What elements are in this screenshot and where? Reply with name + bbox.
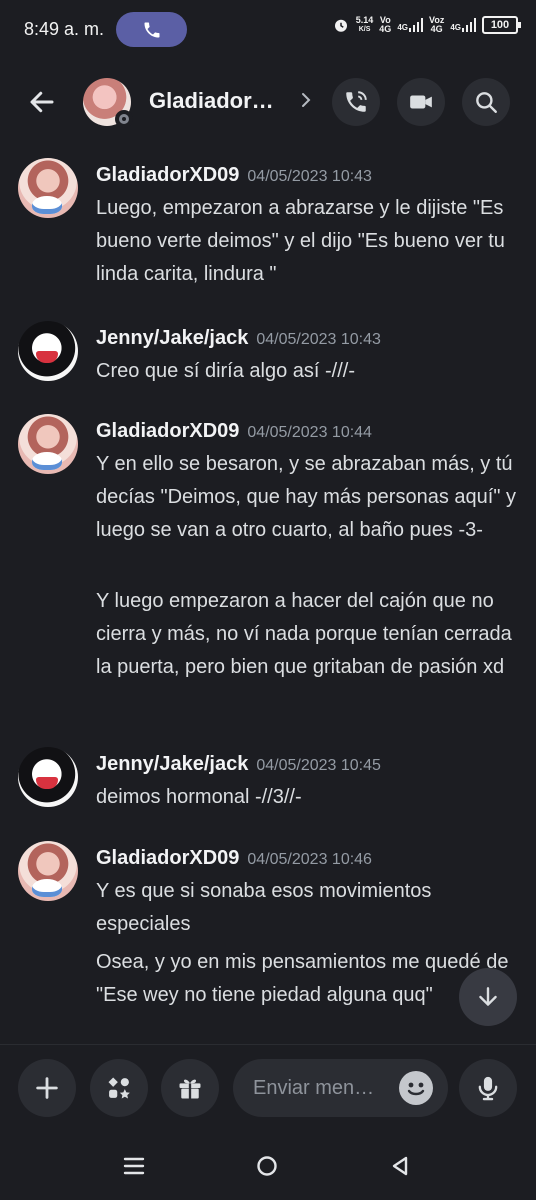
status-time: 8:49 a. m. — [24, 19, 105, 39]
message-author[interactable]: Jenny/Jake/jack 04/05/2023 10:43 — [96, 327, 381, 350]
message-input[interactable]: Enviar men… — [233, 1059, 448, 1117]
message-text: Creo que sí diría algo así -///- — [96, 360, 356, 382]
network-speed: 5.14 K/S — [355, 15, 374, 34]
apps-button[interactable] — [90, 1059, 148, 1117]
page-title[interactable]: Gladiador… — [149, 88, 274, 114]
emoji-icon[interactable] — [399, 1071, 433, 1105]
message-composer: Enviar men… — [0, 1044, 536, 1132]
phone-call-icon — [346, 91, 367, 112]
alarm-icon — [334, 19, 347, 32]
voice-call-button[interactable] — [332, 78, 380, 126]
circle-icon — [257, 1156, 277, 1176]
message-timestamp: 04/05/2023 10:43 — [256, 331, 381, 348]
video-camera-icon — [410, 95, 432, 109]
back-button[interactable] — [22, 82, 62, 122]
search-button[interactable] — [462, 78, 510, 126]
plus-icon — [36, 1077, 58, 1099]
system-navigation-bar — [0, 1132, 536, 1200]
signal-icon — [408, 18, 423, 32]
menu-icon — [123, 1157, 145, 1175]
recent-apps-button[interactable] — [114, 1146, 154, 1186]
message-text: Y es que si sonaba esos movimientos espe… — [96, 880, 432, 935]
battery-icon: 100 — [482, 16, 521, 34]
message-timestamp: 04/05/2023 10:45 — [256, 757, 381, 774]
jump-to-latest-button[interactable] — [459, 968, 517, 1026]
triangle-back-icon — [392, 1156, 408, 1176]
message-timestamp: 04/05/2023 10:46 — [247, 851, 372, 868]
avatar[interactable] — [18, 841, 78, 901]
sim1-volte: Vo 4G — [379, 15, 392, 34]
message-text: Y luego empezaron a hacer del cajón que … — [96, 590, 512, 678]
message-text: Luego, empezaron a abrazarse y le dijist… — [96, 197, 505, 285]
ongoing-call-pill[interactable] — [116, 12, 187, 47]
microphone-icon — [478, 1076, 498, 1101]
channel-header: Gladiador… — [0, 72, 536, 132]
chevron-right-icon[interactable] — [298, 90, 314, 110]
message-list[interactable]: GladiadorXD09 04/05/2023 10:43 Luego, emp… — [0, 148, 536, 1040]
status-indicators: 5.14 K/S Vo 4G 4G Voz 4G 4G 100 — [332, 15, 521, 34]
back-arrow-icon — [30, 91, 54, 113]
signal-icon — [462, 18, 476, 32]
message-text: Y en ello se besaron, y se abrazaban más… — [96, 453, 516, 541]
sim2-signal: 4G — [450, 18, 476, 32]
phone-icon — [144, 22, 159, 37]
apps-icon — [108, 1077, 130, 1099]
avatar[interactable] — [18, 747, 78, 807]
avatar[interactable] — [18, 414, 78, 474]
gift-button[interactable] — [161, 1059, 219, 1117]
arrow-down-icon — [479, 987, 497, 1006]
video-call-button[interactable] — [397, 78, 445, 126]
avatar[interactable] — [18, 321, 78, 381]
message-timestamp: 04/05/2023 10:44 — [247, 424, 372, 441]
gift-icon — [179, 1079, 201, 1099]
system-back-button[interactable] — [380, 1146, 420, 1186]
avatar[interactable] — [18, 158, 78, 218]
search-icon — [476, 92, 497, 113]
message-input-placeholder: Enviar men… — [253, 1077, 375, 1099]
sim2-volte: Voz 4G — [428, 15, 445, 34]
offline-status-icon — [115, 110, 133, 128]
message-author[interactable]: Jenny/Jake/jack 04/05/2023 10:45 — [96, 753, 381, 776]
message-author[interactable]: GladiadorXD09 04/05/2023 10:43 — [96, 164, 372, 187]
home-button[interactable] — [247, 1146, 287, 1186]
message-text: Osea, y yo en mis pensamientos me quedé … — [96, 951, 509, 1006]
message-author[interactable]: GladiadorXD09 04/05/2023 10:46 — [96, 847, 372, 870]
message-timestamp: 04/05/2023 10:43 — [247, 168, 372, 185]
message-author[interactable]: GladiadorXD09 04/05/2023 10:44 — [96, 420, 372, 443]
sim1-signal: 4G — [397, 18, 423, 32]
voice-message-button[interactable] — [459, 1059, 517, 1117]
status-bar: 8:49 a. m. 5.14 K/S Vo 4G 4G Voz 4G 4G 100 — [0, 0, 536, 60]
message-text: deimos hormonal -//3//- — [96, 786, 302, 808]
add-attachment-button[interactable] — [18, 1059, 76, 1117]
